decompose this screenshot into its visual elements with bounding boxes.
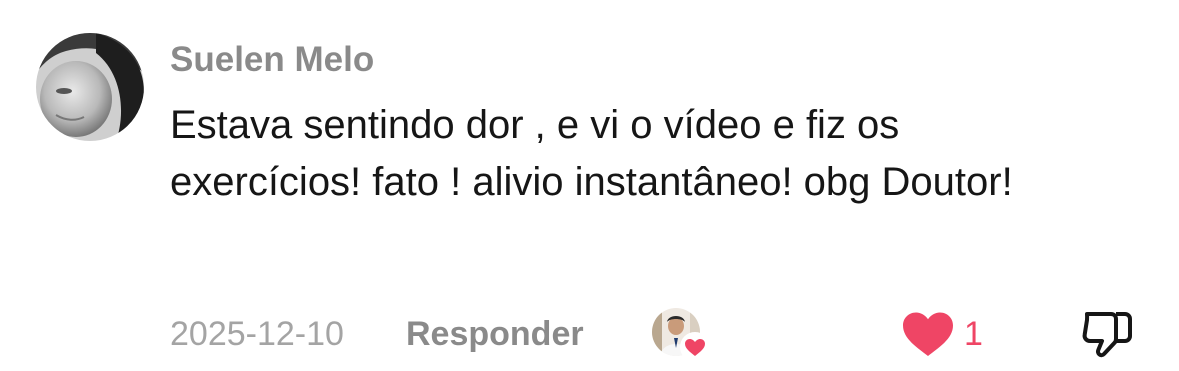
heart-icon [680,332,710,362]
comment-date: 2025-12-10 [170,315,344,353]
like-count: 1 [964,315,983,353]
user-avatar[interactable] [36,33,144,141]
dislike-button[interactable] [1080,308,1134,362]
comment-actions: 2025-12-10 Responder 1 [0,306,1179,362]
comment-username[interactable]: Suelen Melo [170,38,374,82]
comment-text: Estava sentindo dor , e vi o vídeo e fiz… [170,103,1013,204]
thumbs-down-icon [1082,312,1132,358]
creator-liked-badge [652,308,710,362]
like-button[interactable] [900,310,956,358]
reply-button[interactable]: Responder [406,314,584,354]
comment-item: Suelen Melo Estava sentindo dor , e vi o… [0,0,1179,371]
heart-icon [903,312,953,356]
